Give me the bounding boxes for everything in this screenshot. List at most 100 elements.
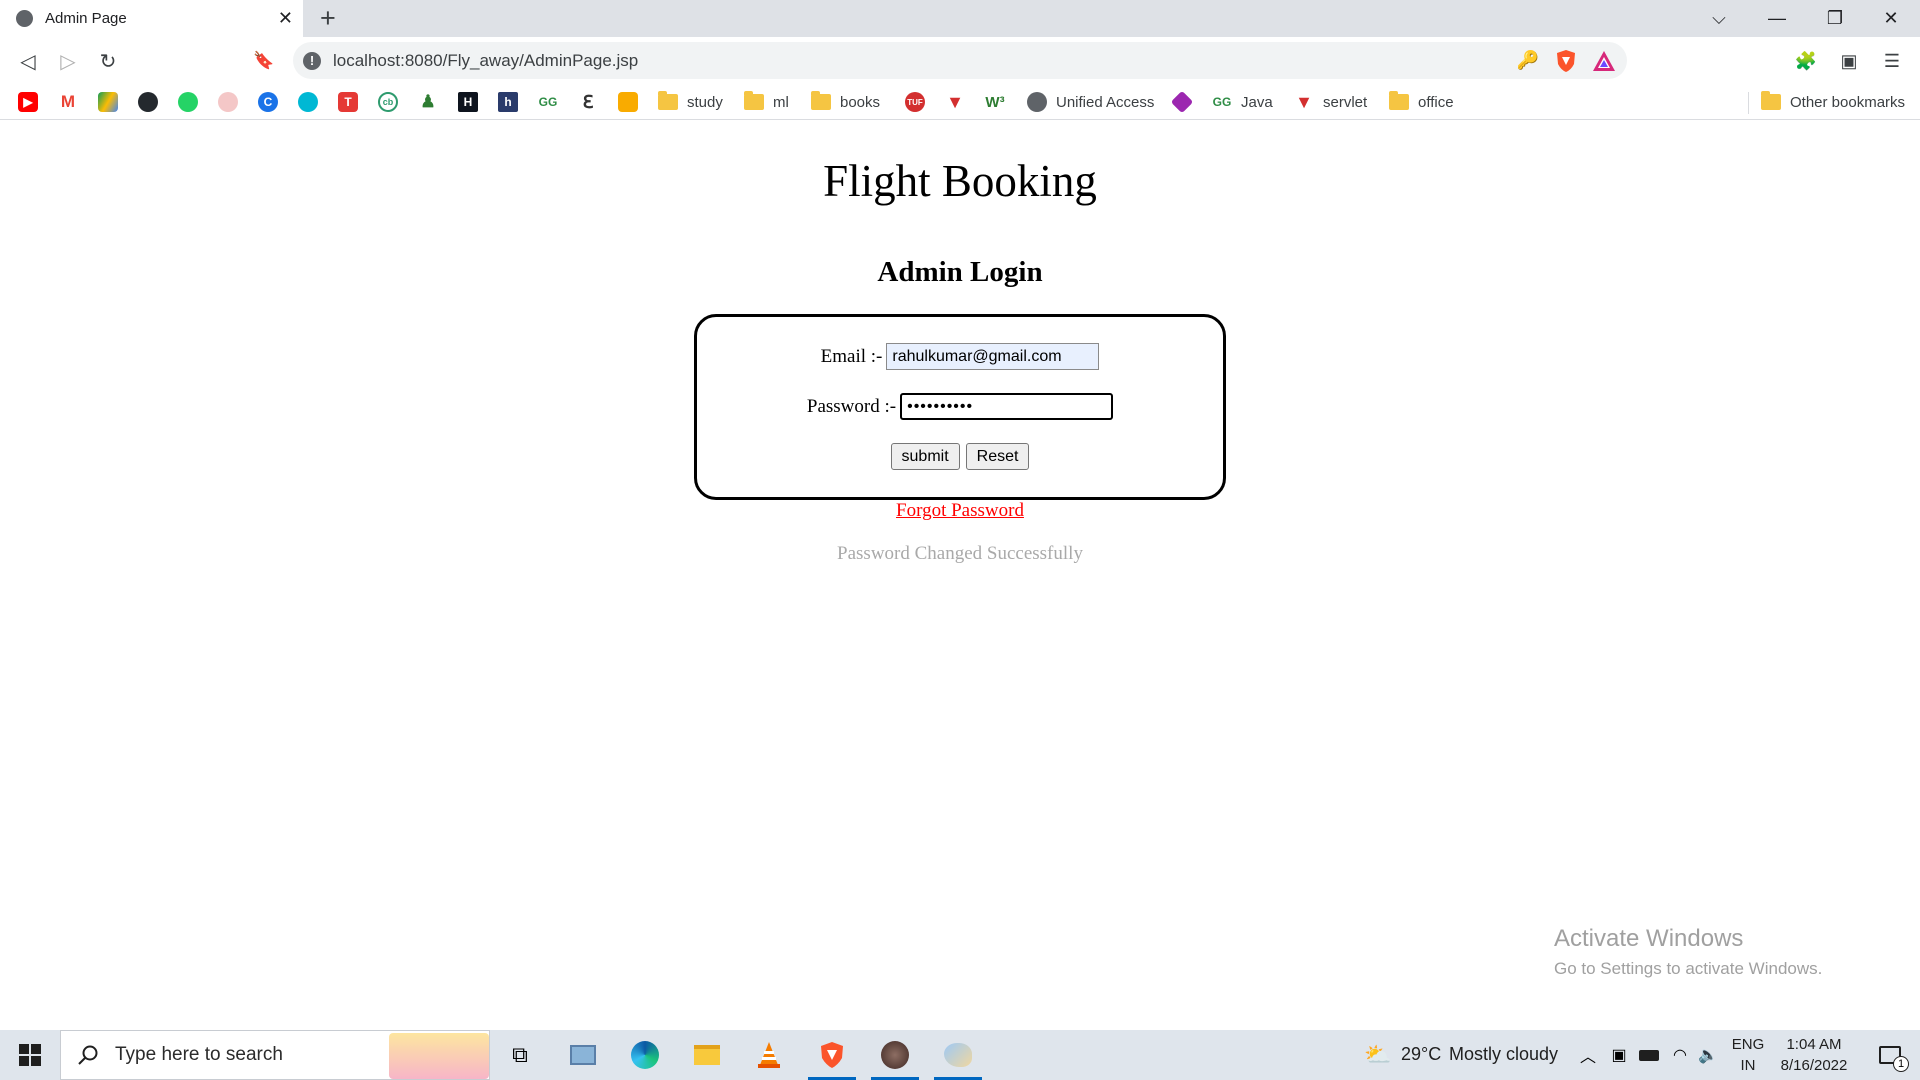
eclipse-icon xyxy=(881,1041,909,1069)
roller-coaster-search-highlight-icon[interactable] xyxy=(389,1033,489,1079)
new-tab-button[interactable]: + xyxy=(320,2,336,34)
activate-windows-watermark: Activate Windows Go to Settings to activ… xyxy=(1554,925,1822,979)
browser-tab-admin-page[interactable]: Admin Page ✕ xyxy=(0,0,303,37)
minimize-button[interactable]: — xyxy=(1748,0,1806,37)
wifi-icon[interactable]: ◠ xyxy=(1668,1030,1692,1080)
brave-rewards-icon[interactable] xyxy=(1589,46,1619,76)
bookmark-item-7[interactable]: C xyxy=(258,91,278,113)
bookmark-unified-access[interactable]: Unified Access xyxy=(1027,91,1154,113)
menu-icon[interactable]: ☰ xyxy=(1876,45,1908,77)
address-bar[interactable]: ! localhost:8080/Fly_away/AdminPage.jsp … xyxy=(293,42,1627,79)
bookmark-item-8[interactable] xyxy=(298,91,318,113)
taskbar-search-box[interactable]: Type here to search xyxy=(60,1030,490,1080)
password-label: Password :- xyxy=(806,395,897,417)
close-window-button[interactable]: ✕ xyxy=(1862,0,1920,37)
hackerrank-bookmark[interactable]: H xyxy=(458,91,478,113)
clock-time[interactable]: 1:04 AM xyxy=(1768,1036,1860,1053)
email-field[interactable] xyxy=(886,343,1100,370)
bookmark-item-10[interactable]: cb xyxy=(378,91,398,113)
e-logo-icon: ℇ xyxy=(578,92,598,112)
weather-temperature[interactable]: 29°C xyxy=(1401,1044,1441,1065)
bookmark-item-w3[interactable]: W³ xyxy=(985,91,1005,113)
login-heading: Admin Login xyxy=(877,256,1043,288)
notification-center-button[interactable]: 1 xyxy=(1866,1030,1914,1080)
start-button[interactable] xyxy=(0,1030,60,1080)
drive-bookmark[interactable] xyxy=(98,91,118,113)
reload-button[interactable]: ↻ xyxy=(92,45,124,77)
task-view-icon[interactable]: ⧉ xyxy=(500,1030,540,1080)
whatsapp-bookmark[interactable] xyxy=(178,91,198,113)
submit-button[interactable]: submit xyxy=(890,443,960,470)
youtube-bookmark[interactable]: ▶ xyxy=(18,91,38,113)
other-bookmarks-folder[interactable]: Other bookmarks xyxy=(1761,91,1905,113)
bookmark-page-button[interactable]: 🔖 xyxy=(248,45,280,77)
back-button[interactable]: ◁ xyxy=(12,45,44,77)
login-form: Email :- Password :- submit Reset xyxy=(694,314,1226,500)
close-tab-icon[interactable]: ✕ xyxy=(278,8,293,29)
bookmark-folder-office[interactable]: office xyxy=(1389,91,1454,113)
watermark-subtitle: Go to Settings to activate Windows. xyxy=(1554,959,1823,978)
paint-app-icon[interactable] xyxy=(928,1030,988,1080)
folder-icon xyxy=(811,91,831,110)
language-indicator-bottom[interactable]: IN xyxy=(1728,1057,1768,1074)
brave-shields-icon[interactable] xyxy=(1551,46,1581,76)
weather-description[interactable]: Mostly cloudy xyxy=(1449,1044,1558,1065)
globe-icon xyxy=(16,10,33,27)
v-logo-icon: ▼ xyxy=(945,91,965,112)
bookmark-folder-study[interactable]: study xyxy=(658,91,723,113)
bookmark-folder-books[interactable]: books xyxy=(811,91,880,113)
geeksforgeeks-bookmark[interactable]: GG xyxy=(538,91,558,113)
url-text[interactable]: localhost:8080/Fly_away/AdminPage.jsp xyxy=(333,51,1513,71)
page-title: Flight Booking xyxy=(823,156,1097,206)
bookmark-item-brave[interactable]: ▼ xyxy=(945,91,965,113)
extensions-icon[interactable]: 🧩 xyxy=(1790,45,1822,77)
hashnode-bookmark[interactable]: h xyxy=(498,91,518,113)
key-icon[interactable]: 🔑 xyxy=(1513,46,1543,76)
meet-now-icon[interactable]: ▣ xyxy=(1608,1030,1630,1080)
edge-icon xyxy=(631,1041,659,1069)
eclipse-app-icon[interactable] xyxy=(865,1030,925,1080)
bookmark-item-16[interactable] xyxy=(618,91,638,113)
c-logo-icon: C xyxy=(258,92,278,112)
watermark-title: Activate Windows xyxy=(1554,925,1744,952)
brave-app-icon[interactable] xyxy=(802,1030,862,1080)
password-field[interactable] xyxy=(900,393,1114,420)
bookmark-item-15[interactable]: ℇ xyxy=(578,91,598,113)
site-info-icon[interactable]: ! xyxy=(303,51,321,70)
clock-date[interactable]: 8/16/2022 xyxy=(1768,1057,1860,1074)
show-hidden-icons-chevron-icon[interactable]: ︿ xyxy=(1577,1030,1599,1080)
bookmark-servlet[interactable]: ▼ servlet xyxy=(1294,91,1367,113)
bookmark-item-6[interactable] xyxy=(218,91,238,113)
restore-button[interactable]: ❐ xyxy=(1806,0,1864,37)
forward-button[interactable]: ▷ xyxy=(52,45,84,77)
photos-app-icon[interactable] xyxy=(563,1030,603,1080)
folder-icon xyxy=(1761,91,1781,110)
weather-cloud-icon[interactable]: ⛅ xyxy=(1362,1030,1394,1080)
paint-palette-icon xyxy=(944,1043,972,1067)
wallet-icon[interactable]: ▣ xyxy=(1833,45,1865,77)
globe-icon xyxy=(1027,92,1047,112)
bookmarks-separator xyxy=(1748,92,1749,114)
bookmark-item-tuf[interactable]: TUF xyxy=(905,91,925,113)
tab-strip: Admin Page ✕ + ⌵ — ❐ ✕ xyxy=(0,0,1920,37)
file-explorer-app-icon[interactable] xyxy=(687,1030,727,1080)
reset-button[interactable]: Reset xyxy=(965,443,1030,470)
vlc-app-icon[interactable] xyxy=(749,1030,789,1080)
battery-icon[interactable] xyxy=(1636,1030,1662,1080)
volume-icon[interactable]: 🔈 xyxy=(1696,1030,1720,1080)
gfg-icon: GG xyxy=(538,92,558,112)
bookmark-java[interactable]: GG Java xyxy=(1212,91,1273,113)
forgot-password-link[interactable]: Forgot Password xyxy=(0,500,1920,522)
bookmark-folder-ml[interactable]: ml xyxy=(744,91,789,113)
cb-logo-icon: cb xyxy=(378,92,398,112)
gmail-bookmark[interactable]: M xyxy=(58,91,78,113)
tab-search-button[interactable]: ⌵ xyxy=(1690,0,1748,37)
bookmark-item-diamond[interactable] xyxy=(1170,90,1194,114)
language-indicator-top[interactable]: ENG xyxy=(1728,1036,1768,1053)
bookmark-item-9[interactable]: T xyxy=(338,91,358,113)
edge-app-icon[interactable] xyxy=(625,1030,665,1080)
t-logo-icon: T xyxy=(338,92,358,112)
bookmark-item-11[interactable]: ♟ xyxy=(418,91,438,113)
youtube-icon: ▶ xyxy=(18,92,38,112)
github-bookmark[interactable] xyxy=(138,91,158,113)
